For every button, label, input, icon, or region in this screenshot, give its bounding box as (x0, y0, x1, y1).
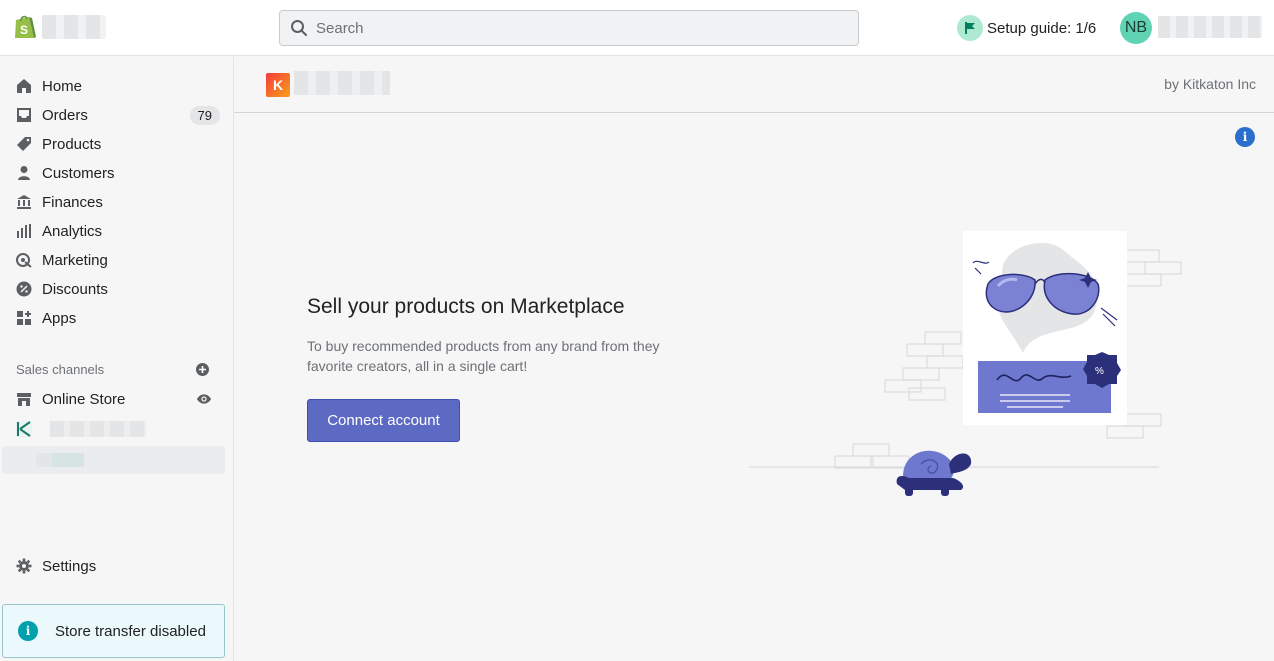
sidebar-item-home[interactable]: Home (16, 74, 222, 98)
svg-text:%: % (1095, 366, 1104, 377)
sidebar-item-label: Settings (42, 557, 97, 575)
sidebar-item-label: Marketing (42, 251, 108, 269)
sidebar-item-orders[interactable]: Orders 79 (16, 103, 222, 127)
app-logo-icon (16, 421, 32, 437)
app-name-redacted (50, 421, 146, 437)
person-icon (18, 166, 30, 180)
sidebar-item-online-store[interactable]: Online Store (16, 387, 222, 411)
sidebar-item-label: Discounts (42, 280, 108, 298)
home-icon (17, 79, 31, 93)
app-header: K by Kitkaton Inc (234, 57, 1274, 113)
sidebar-item-label: Home (42, 77, 83, 95)
discount-icon (16, 281, 32, 297)
sidebar-item-products[interactable]: Products (16, 132, 222, 156)
sidebar: Home Orders 79 Products Customers Financ… (0, 57, 234, 661)
info-icon: i (18, 621, 38, 641)
eye-icon[interactable] (196, 391, 212, 407)
inbox-icon (17, 108, 31, 122)
sales-channels-heading: Sales channels (16, 362, 105, 377)
sidebar-item-installed-app[interactable] (16, 421, 146, 437)
top-bar: S Setup guide: 1/6 NB (0, 0, 1274, 56)
setup-guide-label: Setup guide: 1/6 (987, 19, 1097, 37)
search-input[interactable] (316, 19, 816, 37)
sidebar-item-label: Finances (42, 193, 103, 211)
sidebar-item-label: Products (42, 135, 102, 153)
app-logo: K (266, 73, 290, 97)
marketplace-illustration: % (749, 231, 1182, 496)
subitem-name-redacted (36, 453, 84, 467)
sidebar-item-finances[interactable]: Finances (16, 190, 222, 214)
target-icon (16, 253, 32, 268)
sidebar-item-settings[interactable]: Settings (16, 554, 222, 578)
avatar[interactable]: NB (1120, 12, 1152, 44)
sidebar-subitem-selected[interactable] (2, 446, 225, 474)
store-transfer-banner: i Store transfer disabled (2, 604, 225, 658)
sidebar-item-label: Online Store (42, 390, 126, 408)
app-developer-label: by Kitkaton Inc (1164, 76, 1256, 92)
search-bar[interactable] (279, 10, 859, 46)
store-icon (17, 393, 31, 406)
bank-icon (17, 195, 31, 209)
svg-text:S: S (20, 23, 28, 37)
bar-chart-icon (17, 224, 31, 238)
sidebar-item-analytics[interactable]: Analytics (16, 219, 222, 243)
orders-count-badge: 79 (189, 105, 220, 125)
setup-guide-button[interactable]: Setup guide: 1/6 (957, 15, 1096, 41)
shopify-logo-icon[interactable]: S (12, 13, 38, 41)
apps-icon (17, 311, 31, 325)
sidebar-item-discounts[interactable]: Discounts (16, 277, 222, 301)
sidebar-item-label: Analytics (42, 222, 103, 240)
sidebar-item-customers[interactable]: Customers (16, 161, 222, 185)
gear-icon (16, 558, 32, 574)
page-title: Sell your products on Marketplace (307, 295, 625, 318)
user-name-redacted[interactable] (1158, 16, 1262, 38)
connect-account-button[interactable]: Connect account (307, 399, 460, 442)
sidebar-item-marketing[interactable]: Marketing (16, 248, 222, 272)
sidebar-item-label: Orders (42, 106, 88, 124)
app-title-redacted (294, 71, 390, 95)
sidebar-item-apps[interactable]: Apps (16, 306, 222, 330)
search-icon (291, 20, 307, 36)
page-description: To buy recommended products from any bra… (307, 338, 660, 374)
info-icon[interactable]: i (1235, 127, 1255, 147)
add-sales-channel-icon[interactable] (195, 362, 210, 377)
tag-icon (17, 137, 31, 151)
store-name-redacted[interactable] (42, 15, 106, 39)
sidebar-item-label: Customers (42, 164, 115, 182)
flag-icon (957, 15, 983, 41)
store-transfer-label: Store transfer disabled (55, 622, 206, 640)
sidebar-item-label: Apps (42, 309, 77, 327)
